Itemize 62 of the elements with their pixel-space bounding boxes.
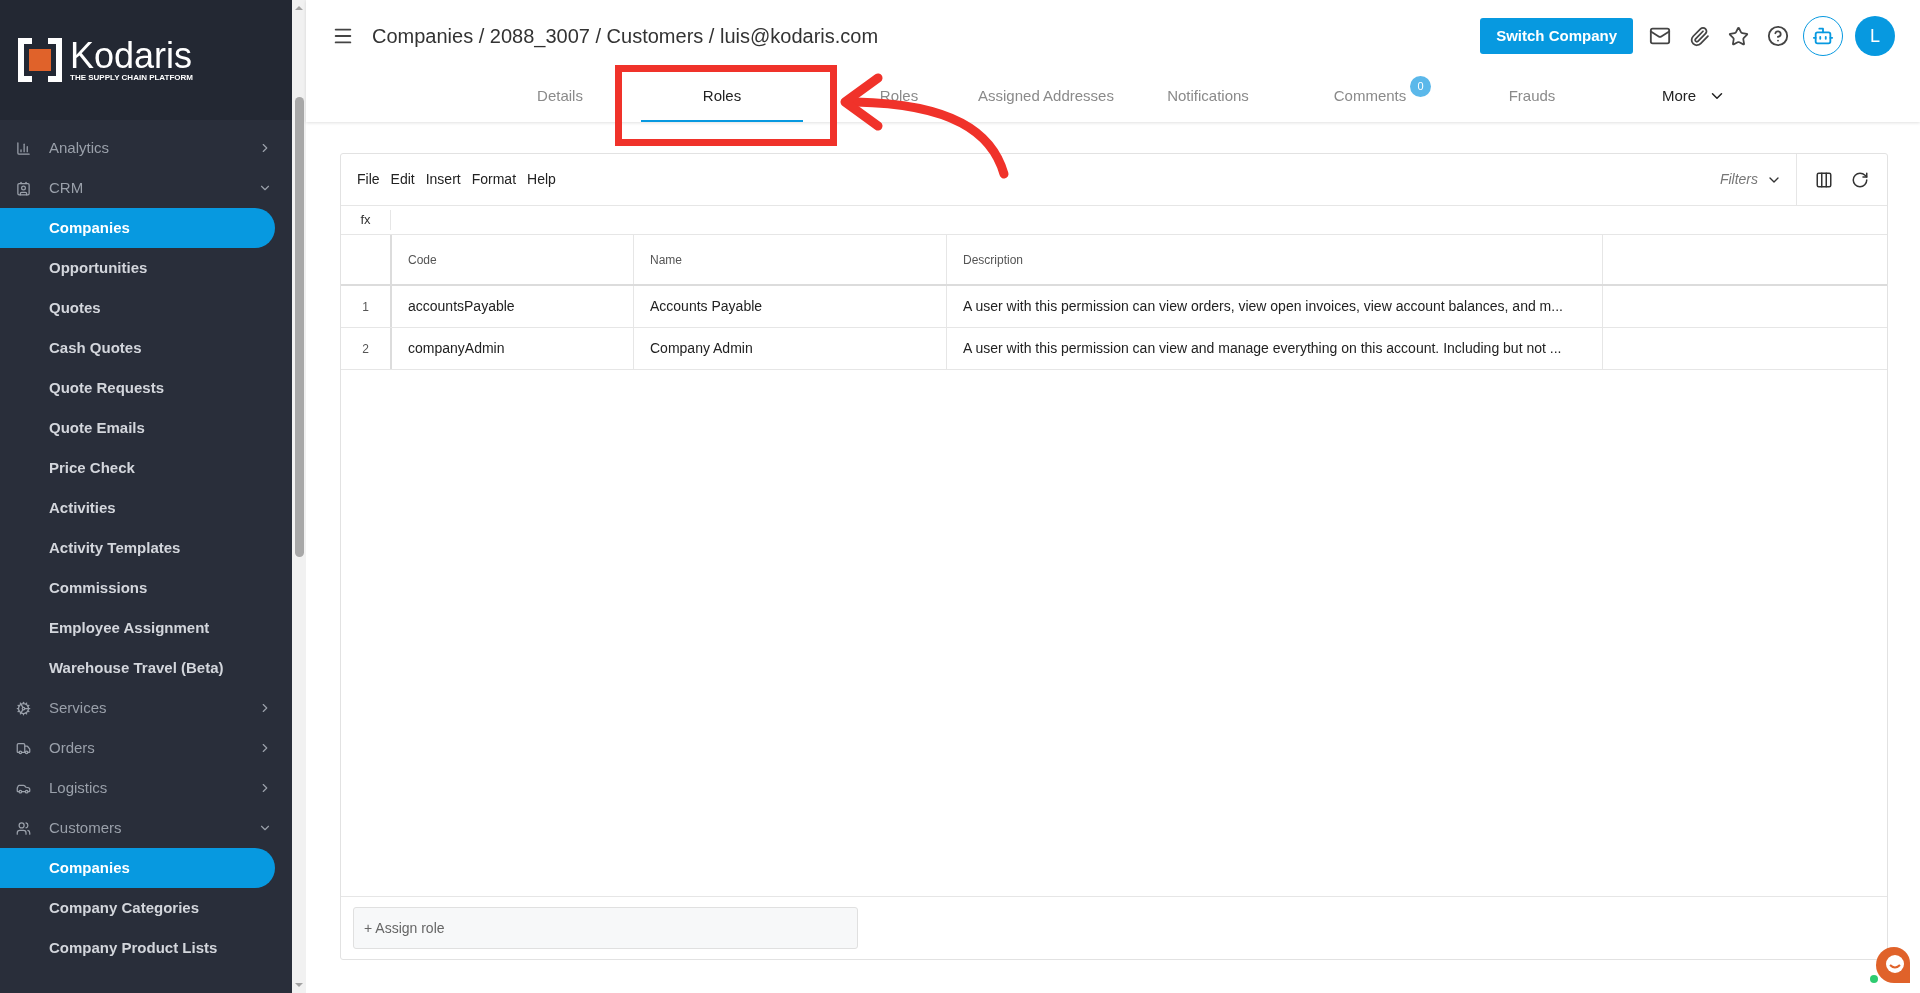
logo-name: Kodaris xyxy=(70,38,193,74)
sidebar-item[interactable]: Company Product Lists xyxy=(0,928,275,968)
sidebar-item[interactable]: Opportunities xyxy=(0,248,275,288)
table-cell: A user with this permission can view orders, view open invoices, view account balances, and m... xyxy=(947,286,1603,327)
filters-dropdown[interactable]: Filters xyxy=(1719,169,1782,190)
menu-item[interactable]: Help xyxy=(527,169,556,190)
tab[interactable]: Assigned Addresses xyxy=(965,72,1127,122)
table-cell: companyAdmin xyxy=(392,328,634,369)
menu-item[interactable]: Edit xyxy=(390,169,415,190)
sidebar-group[interactable]: Customers xyxy=(0,808,292,848)
tab[interactable]: Details xyxy=(479,72,641,122)
sidebar-group[interactable]: Logistics xyxy=(0,768,292,808)
logo-mark-icon xyxy=(18,38,62,82)
sidebar-group[interactable]: Analytics xyxy=(0,128,292,168)
tab[interactable]: Roles xyxy=(803,72,965,122)
menu-item[interactable]: Format xyxy=(471,169,517,190)
tab[interactable]: Notifications xyxy=(1127,72,1289,122)
help-icon[interactable] xyxy=(1767,25,1789,47)
column-header[interactable]: Name xyxy=(634,235,947,284)
sidebar-item[interactable]: Employee Assignment xyxy=(0,608,275,648)
sidebar-item[interactable]: Price Check xyxy=(0,448,275,488)
gears-icon xyxy=(16,700,31,716)
robot-icon xyxy=(1812,25,1834,47)
sidebar-item[interactable]: Company Categories xyxy=(0,888,275,928)
table-cell: Accounts Payable xyxy=(634,286,947,327)
row-number: 1 xyxy=(341,286,392,327)
tab[interactable]: Comments 0 xyxy=(1289,72,1451,122)
sidebar-item[interactable]: Quote Emails xyxy=(0,408,275,448)
table-cell: Company Admin xyxy=(634,328,947,369)
breadcrumb: Companies / 2088_3007 / Customers / luis@kodaris.com xyxy=(372,24,880,50)
sidebar-item[interactable]: Quotes xyxy=(0,288,275,328)
paperclip-icon[interactable] xyxy=(1689,25,1710,47)
sidebar-item[interactable]: Commissions xyxy=(0,568,275,608)
sidebar-item[interactable]: Quote Requests xyxy=(0,368,275,408)
logo-tagline: THE SUPPLY CHAIN PLATFORM xyxy=(70,74,193,82)
column-header[interactable]: Code xyxy=(392,235,634,284)
refresh-icon[interactable] xyxy=(1851,170,1869,189)
tab[interactable]: More xyxy=(1613,72,1775,122)
sidebar-item[interactable]: Warehouse Travel (Beta) xyxy=(0,648,275,688)
star-icon[interactable] xyxy=(1728,25,1749,47)
sidebar-group[interactable]: Services xyxy=(0,688,292,728)
formula-label: fx xyxy=(341,210,391,230)
contact-card-icon xyxy=(16,180,31,196)
chart-icon xyxy=(16,140,31,156)
sidebar-item[interactable]: Activity Templates xyxy=(0,528,275,568)
table-cell: A user with this permission can view and manage everything on this account. Including but not ... xyxy=(947,328,1603,369)
count-badge: 0 xyxy=(1410,76,1431,97)
row-number: 2 xyxy=(341,328,392,369)
sidebar-group[interactable]: Orders xyxy=(0,728,292,768)
sidebar-item[interactable]: Activities xyxy=(0,488,275,528)
sidebar-item[interactable]: Cash Quotes xyxy=(0,328,275,368)
table-cell: accountsPayable xyxy=(392,286,634,327)
column-header[interactable]: Description xyxy=(947,235,1603,284)
mail-icon[interactable] xyxy=(1649,25,1671,47)
assign-role-field[interactable]: + Assign role xyxy=(353,907,858,949)
sidebar-group[interactable]: CRM xyxy=(0,168,292,208)
truck-icon xyxy=(16,740,31,756)
menu-item[interactable]: File xyxy=(357,169,380,190)
tab[interactable]: Frauds xyxy=(1451,72,1613,122)
columns-icon[interactable] xyxy=(1815,170,1833,189)
people-icon xyxy=(16,820,31,836)
menu-item[interactable]: Insert xyxy=(425,169,461,190)
